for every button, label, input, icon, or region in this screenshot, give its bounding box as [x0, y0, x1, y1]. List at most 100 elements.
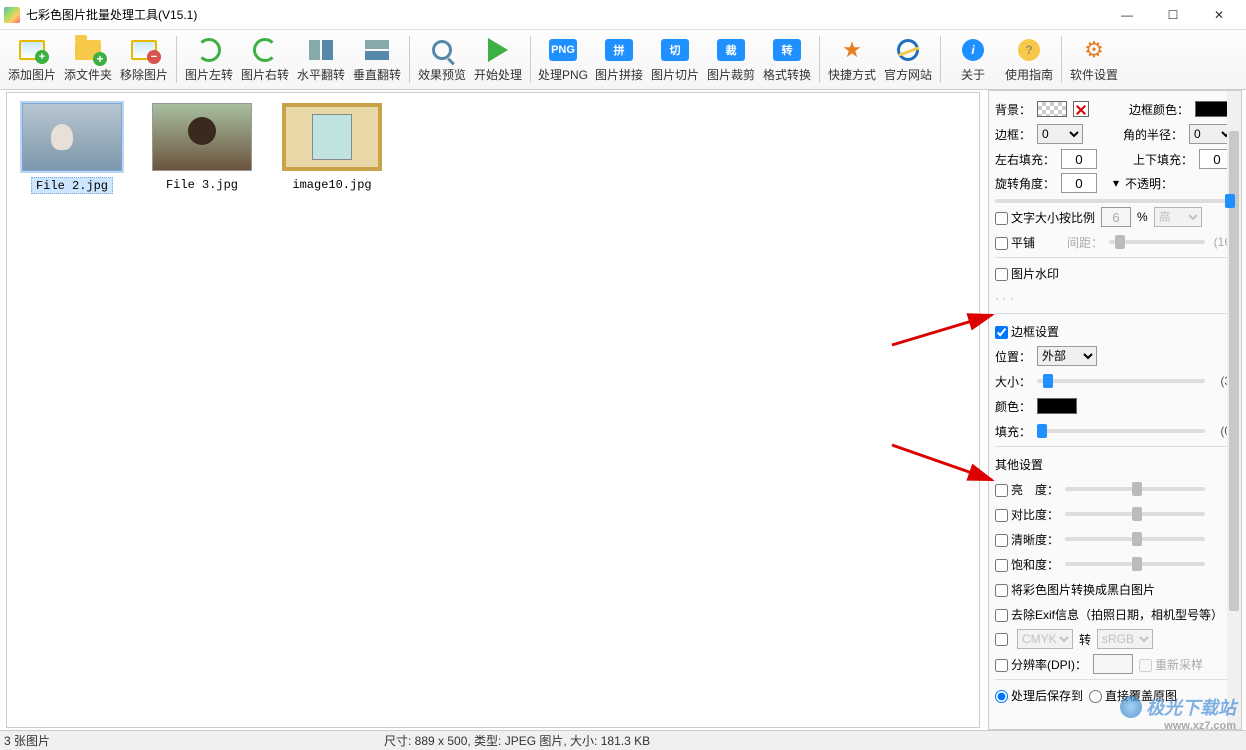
- main-toolbar: +添加图片+添文件夹−移除图片图片左转图片右转水平翻转垂直翻转效果预览开始处理 P…: [0, 30, 1246, 90]
- pad-lr-input[interactable]: [1061, 149, 1097, 169]
- about-label: 关于: [961, 66, 985, 83]
- start-icon: [484, 36, 512, 64]
- contrast-checkbox[interactable]: 对比度：: [995, 506, 1059, 523]
- settings-icon: ⚙: [1080, 36, 1108, 64]
- status-left: 3 张图片: [4, 732, 384, 749]
- website-icon: [894, 36, 922, 64]
- saturation-checkbox[interactable]: 饱和度：: [995, 556, 1059, 573]
- preview-icon: [428, 36, 456, 64]
- rotate-label: 旋转角度：: [995, 175, 1055, 192]
- dpi-input: [1093, 654, 1133, 674]
- bw-checkbox[interactable]: 将彩色图片转换成黑白图片: [995, 581, 1155, 598]
- exif-checkbox[interactable]: 去除Exif信息（拍照日期，相机型号等）: [995, 606, 1223, 623]
- thumbnail-caption: image10.jpg: [292, 178, 371, 192]
- toolbar-join[interactable]: 拼图片拼接: [591, 32, 647, 87]
- start-label: 开始处理: [474, 66, 522, 83]
- opacity-slider[interactable]: [995, 199, 1235, 203]
- join-icon: 拼: [605, 36, 633, 64]
- opacity-label: 不透明：: [1125, 175, 1173, 192]
- thumbnail-item[interactable]: image10.jpg: [277, 103, 387, 192]
- toolbar-crop[interactable]: 裁图片裁剪: [703, 32, 759, 87]
- dropdown-icon[interactable]: ▾: [1113, 176, 1119, 190]
- about-icon: i: [959, 36, 987, 64]
- rotate-right-label: 图片右转: [241, 66, 289, 83]
- settings-label: 软件设置: [1070, 66, 1118, 83]
- bg-label: 背景：: [995, 101, 1031, 118]
- minimize-button[interactable]: —: [1104, 0, 1150, 30]
- toolbar-png[interactable]: PNG处理PNG: [535, 32, 591, 87]
- status-mid: 尺寸: 889 x 500, 类型: JPEG 图片, 大小: 181.3 KB: [384, 732, 1242, 749]
- toolbar-about[interactable]: i 关于: [945, 32, 1001, 87]
- rotate-left-icon: [195, 36, 223, 64]
- toolbar-flip-h[interactable]: 水平翻转: [293, 32, 349, 87]
- cut-icon: 切: [661, 36, 689, 64]
- close-button[interactable]: ✕: [1196, 0, 1242, 30]
- fill-slider[interactable]: [1037, 429, 1205, 433]
- cmyk-checkbox[interactable]: [995, 633, 1008, 646]
- app-icon: [4, 7, 20, 23]
- thumbnail-caption: File 2.jpg: [36, 179, 108, 193]
- format-label: 格式转换: [763, 66, 811, 83]
- toolbar-remove-image[interactable]: −移除图片: [116, 32, 172, 87]
- toolbar-add-image[interactable]: +添加图片: [4, 32, 60, 87]
- shortcut-icon: ★: [838, 36, 866, 64]
- frame-color-swatch[interactable]: [1037, 398, 1077, 414]
- toolbar-flip-v[interactable]: 垂直翻转: [349, 32, 405, 87]
- add-folder-icon: +: [74, 36, 102, 64]
- flip-v-icon: [363, 36, 391, 64]
- maximize-button[interactable]: ☐: [1150, 0, 1196, 30]
- bg-swatch[interactable]: [1037, 101, 1067, 117]
- remove-image-icon: −: [130, 36, 158, 64]
- tile-checkbox[interactable]: 平铺: [995, 234, 1035, 251]
- toolbar-rotate-left[interactable]: 图片左转: [181, 32, 237, 87]
- cmyk-dst-select[interactable]: sRGB: [1097, 629, 1153, 649]
- border-color-label: 边框颜色：: [1129, 101, 1189, 118]
- resample-checkbox[interactable]: 重新采样: [1139, 656, 1203, 673]
- textscale-select[interactable]: 高: [1154, 207, 1202, 227]
- sharpness-checkbox[interactable]: 清晰度：: [995, 531, 1059, 548]
- crop-label: 图片裁剪: [707, 66, 755, 83]
- position-select[interactable]: 外部: [1037, 346, 1097, 366]
- toolbar-start[interactable]: 开始处理: [470, 32, 526, 87]
- border-width-select[interactable]: 0: [1037, 124, 1083, 144]
- saturation-slider[interactable]: [1065, 562, 1205, 566]
- spacing-label: 间距：: [1067, 234, 1103, 251]
- toolbar-add-folder[interactable]: +添文件夹: [60, 32, 116, 87]
- rotate-input[interactable]: [1061, 173, 1097, 193]
- toolbar-cut[interactable]: 切图片切片: [647, 32, 703, 87]
- textscale-checkbox[interactable]: 文字大小按比例: [995, 209, 1095, 226]
- border-width-label: 边框：: [995, 126, 1031, 143]
- flip-h-icon: [307, 36, 335, 64]
- png-icon: PNG: [549, 36, 577, 64]
- panel-scrollbar[interactable]: [1227, 91, 1241, 729]
- brightness-slider[interactable]: [1065, 487, 1205, 491]
- contrast-slider[interactable]: [1065, 512, 1205, 516]
- bg-clear-icon[interactable]: [1073, 101, 1089, 117]
- pad-lr-label: 左右填充：: [995, 151, 1055, 168]
- overwrite-radio[interactable]: 直接覆盖原图: [1089, 687, 1177, 704]
- cmyk-src-select[interactable]: CMYK: [1017, 629, 1073, 649]
- sharpness-slider[interactable]: [1065, 537, 1205, 541]
- rotate-right-icon: [251, 36, 279, 64]
- guide-icon: ?: [1015, 36, 1043, 64]
- toolbar-preview[interactable]: 效果预览: [414, 32, 470, 87]
- preview-label: 效果预览: [418, 66, 466, 83]
- toolbar-shortcut[interactable]: ★快捷方式: [824, 32, 880, 87]
- border-settings-checkbox[interactable]: 边框设置: [995, 323, 1059, 340]
- brightness-checkbox[interactable]: 亮 度：: [995, 481, 1059, 498]
- thumbnail-item[interactable]: File 3.jpg: [147, 103, 257, 192]
- title-bar: 七彩色图片批量处理工具(V15.1) — ☐ ✕: [0, 0, 1246, 30]
- join-label: 图片拼接: [595, 66, 643, 83]
- toolbar-website[interactable]: 官方网站: [880, 32, 936, 87]
- size-slider[interactable]: [1037, 379, 1205, 383]
- watermark-placeholder: · · ·: [995, 287, 1235, 309]
- toolbar-guide[interactable]: ?使用指南: [1001, 32, 1057, 87]
- dpi-checkbox[interactable]: 分辨率(DPI)：: [995, 656, 1087, 673]
- img-watermark-checkbox[interactable]: 图片水印: [995, 265, 1059, 282]
- thumbnail-area[interactable]: File 2.jpg File 3.jpg image10.jpg: [6, 92, 980, 728]
- save-to-radio[interactable]: 处理后保存到: [995, 687, 1083, 704]
- toolbar-settings[interactable]: ⚙ 软件设置: [1066, 32, 1122, 87]
- toolbar-rotate-right[interactable]: 图片右转: [237, 32, 293, 87]
- thumbnail-item[interactable]: File 2.jpg: [17, 103, 127, 194]
- toolbar-format[interactable]: 转格式转换: [759, 32, 815, 87]
